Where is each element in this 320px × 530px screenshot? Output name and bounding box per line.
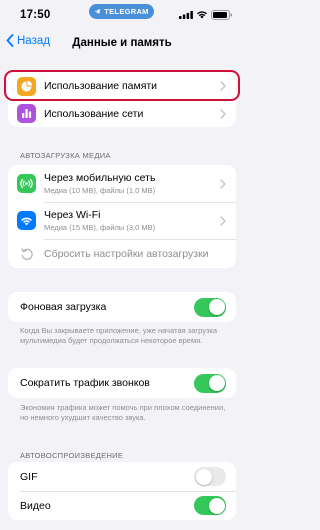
cellular-download-summary: Медиа (10 MB), файлы (1,0 MB): [44, 186, 156, 195]
battery-icon: [211, 10, 232, 20]
background-download-label: Фоновая загрузка: [20, 301, 107, 313]
wifi-icon: [21, 217, 32, 226]
call-traffic-label: Сократить трафик звонков: [20, 377, 150, 389]
wifi-icon-badge: [17, 211, 36, 230]
wifi-download-label: Через Wi-Fi: [44, 209, 101, 221]
background-download-group: Фоновая загрузка: [8, 292, 236, 322]
screen: 17:50 TELEGRAM Назад Данные и память Исп…: [0, 0, 244, 530]
call-traffic-footer: Экономия трафика может помочь при плохом…: [20, 403, 226, 422]
wifi-download-summary: Медиа (15 MB), файлы (3,0 MB): [44, 223, 156, 232]
cellular-download-row[interactable]: Через мобильную сеть Медиа (10 MB), файл…: [8, 165, 236, 202]
call-traffic-group: Сократить трафик звонков: [8, 368, 236, 398]
toggle-knob: [208, 299, 225, 315]
autoplay-header: АВТОВОСПРОИЗВЕДЕНИЕ: [20, 451, 124, 460]
wifi-download-row[interactable]: Через Wi-Fi Медиа (15 MB), файлы (3,0 MB…: [8, 202, 236, 239]
autoplay-group: GIF Видео: [8, 462, 236, 520]
reset-icon-badge: [17, 244, 36, 263]
reset-icon: [20, 247, 33, 260]
wifi-status-icon: [197, 11, 207, 19]
reset-autodownload-row[interactable]: Сбросить настройки автозагрузки: [8, 239, 236, 268]
telegram-icon: [94, 9, 101, 14]
reset-autodownload-label: Сбросить настройки автозагрузки: [44, 247, 209, 260]
page-title: Данные и память: [72, 37, 172, 49]
toggle-knob: [195, 468, 212, 485]
status-time: 17:50: [20, 9, 51, 21]
autoplay-video-toggle[interactable]: [194, 496, 226, 515]
toggle-knob: [208, 497, 225, 514]
chevron-right-icon: [220, 215, 226, 226]
status-bar: 17:50 TELEGRAM: [0, 0, 244, 26]
cellular-download-label: Через мобильную сеть: [44, 172, 156, 184]
autodownload-header: АВТОЗАГРУЗКА МЕДИА: [20, 151, 111, 160]
call-traffic-row: Сократить трафик звонков: [8, 368, 236, 398]
toggle-knob: [208, 375, 225, 391]
network-usage-row[interactable]: Использование сети: [8, 100, 236, 127]
autoplay-video-label: Видео: [20, 499, 51, 512]
network-icon-badge: [17, 104, 36, 123]
autodownload-group: Через мобильную сеть Медиа (10 MB), файл…: [8, 165, 236, 268]
autoplay-gif-row: GIF: [8, 462, 236, 491]
cellular-icon: [20, 178, 33, 189]
bar-chart-icon: [22, 109, 32, 118]
navigation-bar: Назад Данные и память: [0, 30, 244, 58]
call-traffic-toggle[interactable]: [194, 373, 226, 393]
signal-icon: [179, 11, 193, 19]
cellular-icon-badge: [17, 174, 36, 193]
highlight-annotation: [4, 70, 240, 101]
chevron-right-icon: [220, 108, 226, 119]
telegram-pill-label: TELEGRAM: [104, 7, 149, 16]
background-download-footer: Когда Вы закрываете приложение, уже нача…: [20, 326, 217, 345]
background-download-toggle[interactable]: [194, 297, 226, 317]
autoplay-gif-label: GIF: [20, 470, 38, 483]
autoplay-gif-toggle[interactable]: [194, 467, 226, 486]
autoplay-video-row: Видео: [8, 491, 236, 520]
background-download-row: Фоновая загрузка: [8, 292, 236, 322]
telegram-pill[interactable]: TELEGRAM: [89, 4, 154, 19]
network-usage-label: Использование сети: [44, 107, 144, 120]
chevron-right-icon: [220, 178, 226, 189]
